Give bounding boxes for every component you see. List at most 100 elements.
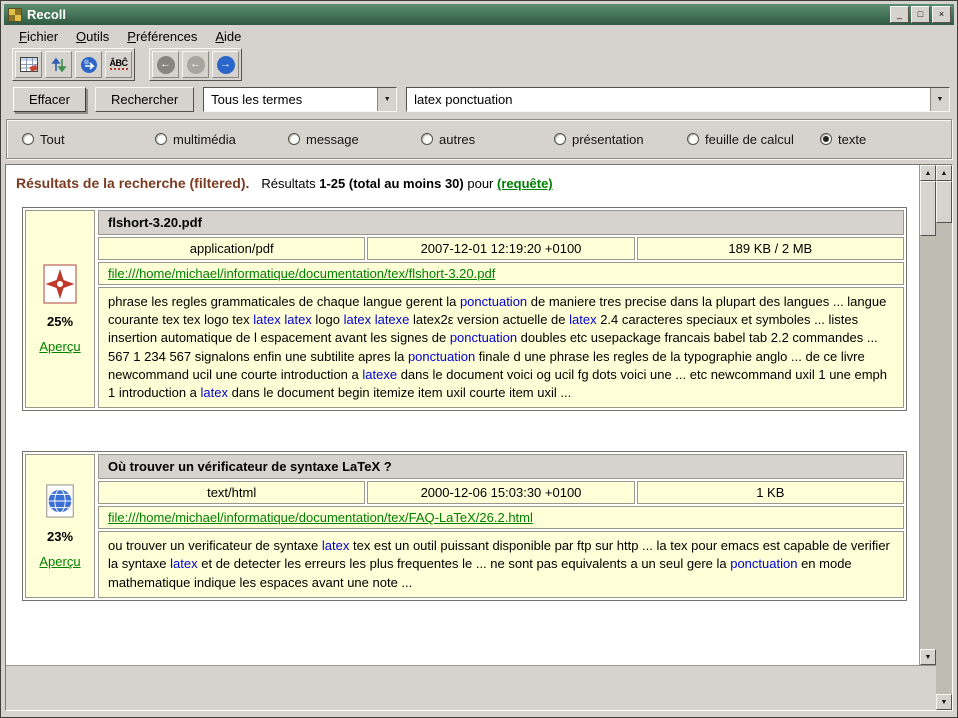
menu-outils[interactable]: Outils [67,26,118,47]
result-url-row: file:///home/michael/informatique/docume… [98,262,904,285]
toolbar-group-navigation: ← ← → [149,48,242,81]
scroll-down-button[interactable]: ▼ [936,694,952,710]
search-button[interactable]: Rechercher [95,87,194,112]
relevance-score: 25% [47,314,73,329]
result-date: 2000-12-06 15:03:30 +0100 [367,481,634,504]
minimize-button[interactable]: _ [890,6,909,23]
results-bottom-fill [6,665,936,710]
result-abstract: phrase les regles grammaticales de chaqu… [98,287,904,408]
toolbar: ÂBĈ ← ← → [4,48,954,81]
result-side-panel: 25% Aperçu [25,210,95,408]
result-mime-type: application/pdf [98,237,365,260]
filter-label: feuille de calcul [705,132,794,147]
results-view: Résultats de la recherche (filtered).Rés… [6,165,936,665]
relevance-score: 23% [47,529,73,544]
radio-icon [421,133,433,145]
scrollbar-thumb[interactable] [920,181,936,236]
search-query-arrow-button[interactable]: ▼ [930,88,949,111]
previous-page-icon: ← [187,56,205,74]
result-body: Où trouver un vérificateur de syntaxe La… [98,454,904,598]
results-list-scrollbar[interactable]: ▲ ▼ [919,165,936,665]
search-query-input[interactable] [407,88,930,111]
filter-label: Tout [40,132,65,147]
chevron-down-icon: ▼ [384,96,391,103]
search-bar: Effacer Rechercher Tous les termes ▼ ▼ [4,81,954,117]
filter-label: message [306,132,359,147]
radio-icon [554,133,566,145]
sort-by-date-button[interactable] [45,51,72,78]
query-details-link[interactable]: (requête) [497,176,553,191]
search-mode-select[interactable]: Tous les termes ▼ [203,87,397,112]
window-title: Recoll [27,7,888,22]
filter-radio-feuille-de-calcul[interactable]: feuille de calcul [687,132,820,147]
filter-radio-texte[interactable]: texte [820,132,866,147]
next-page-button[interactable]: → [212,51,239,78]
filter-radio-message[interactable]: message [288,132,421,147]
result-title: Où trouver un vérificateur de syntaxe La… [98,454,904,479]
result-body: flshort-3.20.pdf application/pdf 2007-12… [98,210,904,408]
results-page-title: Résultats de la recherche (filtered). [16,175,249,191]
titlebar[interactable]: Recoll _ □ × [4,4,954,25]
show-query-details-button[interactable] [75,51,102,78]
filter-label: présentation [572,132,644,147]
radio-icon [687,133,699,145]
recoll-app-icon [8,8,22,22]
result-title: flshort-3.20.pdf [98,210,904,235]
radio-icon [288,133,300,145]
close-button[interactable]: × [932,6,951,23]
result-side-panel: 23% Aperçu [25,454,95,598]
arrow-up-icon: ▲ [941,170,948,177]
clear-button[interactable]: Effacer [13,87,86,112]
filter-radio-presentation[interactable]: présentation [554,132,687,147]
menu-preferences[interactable]: Préférences [118,26,206,47]
results-pane-scrollbar[interactable]: ▲ ▼ [936,165,952,710]
recoll-window: Recoll _ □ × Fichier Outils Préférences … [0,0,958,718]
results-summary-connector: pour [467,176,493,191]
clear-search-button[interactable] [15,51,42,78]
arrow-up-icon: ▲ [925,170,932,177]
close-icon: × [939,10,944,19]
search-mode-value: Tous les termes [204,88,377,111]
scroll-up-button[interactable]: ▲ [920,165,936,181]
results-main: Résultats de la recherche (filtered).Rés… [6,165,936,710]
result-size: 1 KB [637,481,904,504]
radio-icon [820,133,832,145]
radio-icon [155,133,167,145]
filter-label: autres [439,132,475,147]
result-item: 25% Aperçu flshort-3.20.pdf application/… [22,207,907,411]
previous-page-button[interactable]: ← [182,51,209,78]
result-url-link[interactable]: file:///home/michael/informatique/docume… [108,510,533,525]
filter-radio-multimedia[interactable]: multimédia [155,132,288,147]
toolbar-group-tools: ÂBĈ [12,48,135,81]
html-document-icon [43,483,77,519]
results-header: Résultats de la recherche (filtered).Rés… [16,175,913,191]
filter-radio-autres[interactable]: autres [421,132,554,147]
term-explorer-button[interactable]: ÂBĈ [105,51,132,78]
scroll-down-button[interactable]: ▼ [920,649,936,665]
scroll-up-button[interactable]: ▲ [936,165,952,181]
filter-radio-tout[interactable]: Tout [22,132,155,147]
maximize-button[interactable]: □ [911,6,930,23]
result-item: 23% Aperçu Où trouver un vérificateur de… [22,451,907,601]
preview-link[interactable]: Aperçu [39,339,80,354]
results-page: Résultats de la recherche (filtered).Rés… [6,165,919,665]
scrollbar-track[interactable] [920,236,936,649]
preview-link[interactable]: Aperçu [39,554,80,569]
menu-fichier[interactable]: Fichier [10,26,67,47]
scrollbar-track[interactable] [936,223,952,694]
result-abstract: ou trouver un verificateur de syntaxe la… [98,531,904,598]
filter-label: texte [838,132,866,147]
result-meta-row: text/html 2000-12-06 15:03:30 +0100 1 KB [98,481,904,504]
menu-aide[interactable]: Aide [206,26,250,47]
filter-label: multimédia [173,132,236,147]
chevron-down-icon: ▼ [937,96,944,103]
scrollbar-thumb[interactable] [936,181,952,223]
radio-icon [22,133,34,145]
menubar: Fichier Outils Préférences Aide [4,25,954,48]
sort-arrows-icon [51,57,67,73]
result-meta-row: application/pdf 2007-12-01 12:19:20 +010… [98,237,904,260]
first-page-button[interactable]: ← [152,51,179,78]
search-mode-arrow-button[interactable]: ▼ [377,88,396,111]
result-url-link[interactable]: file:///home/michael/informatique/docume… [108,266,495,281]
table-icon [20,57,38,72]
